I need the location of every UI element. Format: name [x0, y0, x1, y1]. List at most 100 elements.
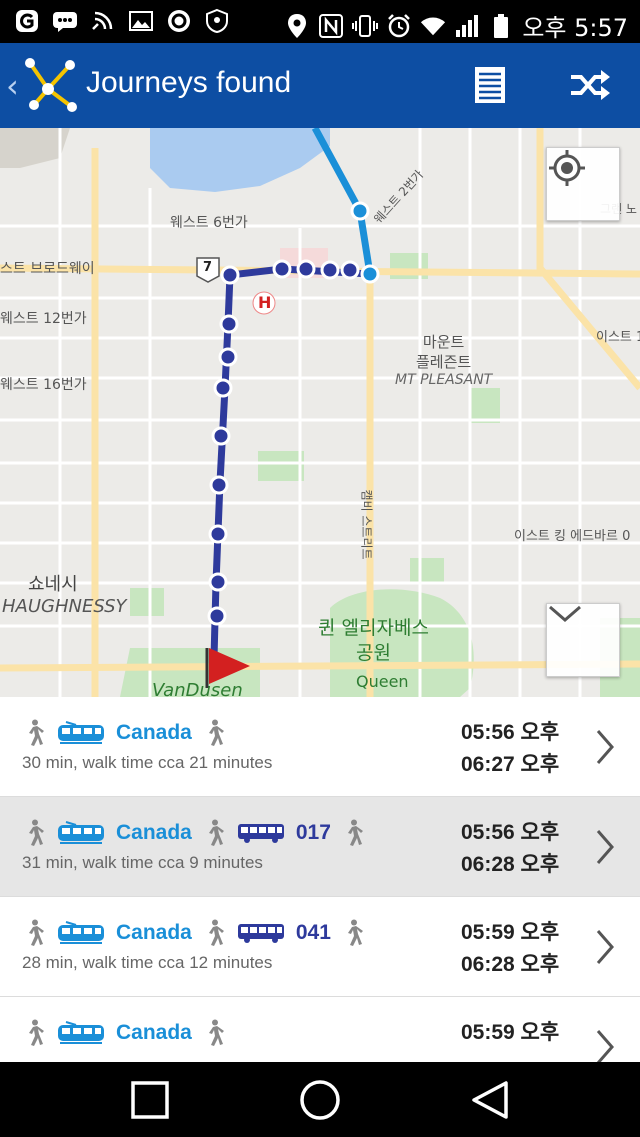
bus-icon: [237, 924, 284, 943]
collapse-map-button[interactable]: [546, 603, 620, 677]
status-bar: + 오후 5:57: [0, 0, 640, 43]
walk-icon: [29, 1019, 44, 1046]
journey-summary: 30 min, walk time cca 21 minutes: [22, 753, 273, 772]
my-location-icon: [549, 150, 585, 186]
journey-times: 05:59 오후: [461, 1017, 559, 1049]
walk-icon: [29, 919, 44, 946]
walk-icon: [208, 819, 224, 846]
rail-icon: [58, 821, 104, 844]
shuffle-button[interactable]: [568, 63, 612, 107]
walk-icon: [347, 919, 363, 946]
home-circle-icon[interactable]: [299, 1079, 341, 1121]
bus-icon: [237, 824, 284, 843]
shuffle-icon: [571, 70, 610, 100]
location-icon: [284, 13, 310, 39]
map-label-east-12th: 이스트 12: [596, 330, 640, 345]
journey-times: 05:56 오후 06:27 오후: [461, 717, 559, 781]
park-block: [470, 388, 500, 423]
battery-icon: [488, 13, 514, 39]
walk-icon: [347, 819, 363, 846]
map-label-queen-e-en: Queen: [356, 672, 409, 691]
bus-line-label: 041: [295, 921, 331, 944]
journey-summary: 31 min, walk time cca 9 minutes: [22, 853, 263, 872]
journey-times: 05:59 오후 06:28 오후: [461, 917, 559, 981]
my-location-button[interactable]: [546, 147, 620, 221]
status-left-icons: [14, 8, 230, 34]
map-label-west-16th: 웨스트 16번가: [0, 377, 87, 393]
map-label-hwy-7: 7: [203, 260, 213, 275]
walk-icon: [208, 719, 224, 746]
list-view-button[interactable]: [468, 63, 512, 107]
rail-line-label: Canada: [116, 921, 192, 944]
bus-stops: [207, 259, 360, 626]
water-area: [150, 128, 330, 192]
journey-row[interactable]: Canada 05:59 오후: [0, 997, 640, 1062]
app-icon: [14, 8, 40, 34]
recents-square-icon[interactable]: [130, 1080, 170, 1120]
walk-icon: [208, 919, 224, 946]
app-bar: ‹ Journeys found: [0, 43, 640, 128]
departure-time: 05:56 오후: [461, 821, 560, 844]
chevron-right-icon[interactable]: [594, 727, 616, 767]
signal-icon: [454, 13, 480, 39]
rail-line-label: Canada: [116, 1021, 192, 1044]
map-label-west-broadway: 스트 브로드웨이: [0, 261, 95, 277]
back-triangle-icon[interactable]: [470, 1080, 510, 1120]
alarm-icon: [386, 13, 412, 39]
status-time: 오후 5:57: [522, 14, 628, 42]
vibrate-icon: [352, 13, 379, 39]
shield-icon: [204, 8, 230, 34]
journey-times: 05:56 오후 06:28 오후: [461, 817, 559, 881]
park-block: [410, 558, 444, 582]
map-label-queen-e-kr: 퀸 엘리자베스 공원: [318, 617, 429, 664]
map-label-shaughnessy-kr: 쇼네시: [28, 574, 78, 595]
wifi-calling-icon: [90, 8, 116, 34]
bus-line-label: 017: [295, 821, 331, 844]
map-label-west-6th: 웨스트 6번가: [170, 215, 248, 231]
route-map[interactable]: H 7 웨스트 6번가 웨스트 2번가 스트 브로드웨이 웨스트 12번가 웨스…: [0, 128, 640, 697]
arrival-time: 06:27 오후: [461, 753, 560, 776]
walk-icon: [29, 819, 44, 846]
map-label-hospital: H: [258, 293, 272, 312]
app-logo-icon[interactable]: [22, 55, 80, 115]
park-block: [130, 588, 164, 616]
rail-line-label: Canada: [116, 821, 192, 844]
journey-row[interactable]: Canada 30 min, walk time cca 21 minutes …: [0, 697, 640, 797]
status-right-icons: + 오후 5:57: [284, 8, 628, 43]
rail-line-label: Canada: [116, 721, 192, 744]
departure-time: 05:59 오후: [461, 1021, 560, 1044]
journey-legs: Canada: [22, 1019, 226, 1047]
system-nav-bar: [0, 1062, 640, 1137]
page-title: Journeys found: [86, 66, 292, 99]
chevron-right-icon[interactable]: [594, 827, 616, 867]
map-label-west-12th: 웨스트 12번가: [0, 311, 87, 327]
departure-time: 05:56 오후: [461, 721, 560, 744]
journey-row[interactable]: Canada 017 31 min, walk time cca 9 minut…: [0, 797, 640, 897]
rail-icon: [58, 721, 104, 744]
back-icon[interactable]: ‹: [6, 67, 19, 105]
map-label-east-king-edward: 이스트 킹 에드바르 0: [514, 529, 631, 544]
svg-text:+: +: [436, 27, 443, 37]
nfc-icon: [318, 13, 344, 39]
messenger-icon: [52, 8, 78, 34]
gallery-icon: [128, 8, 154, 34]
map-label-mount-pleasant-kr: 마운트 플레즌트: [416, 333, 472, 371]
circle-app-icon: [166, 8, 192, 34]
map-label-mount-pleasant-en: MT PLEASANT: [395, 372, 493, 388]
chevron-right-icon[interactable]: [594, 1027, 616, 1062]
list-icon: [475, 67, 505, 103]
walk-icon: [29, 719, 44, 746]
arrival-time: 06:28 오후: [461, 853, 560, 876]
map-label-cambie: 캠비 스트리트: [359, 489, 374, 560]
journey-list[interactable]: Canada 30 min, walk time cca 21 minutes …: [0, 697, 640, 1062]
map-label-shaughnessy-en: HAUGHNESSY: [2, 596, 127, 617]
departure-time: 05:59 오후: [461, 921, 560, 944]
chevron-right-icon[interactable]: [594, 927, 616, 967]
park-block: [258, 451, 304, 481]
walk-icon: [208, 1019, 224, 1046]
journey-row[interactable]: Canada 041 28 min, walk time cca 12 minu…: [0, 897, 640, 997]
journey-summary: 28 min, walk time cca 12 minutes: [22, 953, 273, 972]
journey-legs: Canada: [22, 719, 226, 747]
wifi-icon: +: [420, 13, 446, 39]
arrival-time: 06:28 오후: [461, 953, 560, 976]
